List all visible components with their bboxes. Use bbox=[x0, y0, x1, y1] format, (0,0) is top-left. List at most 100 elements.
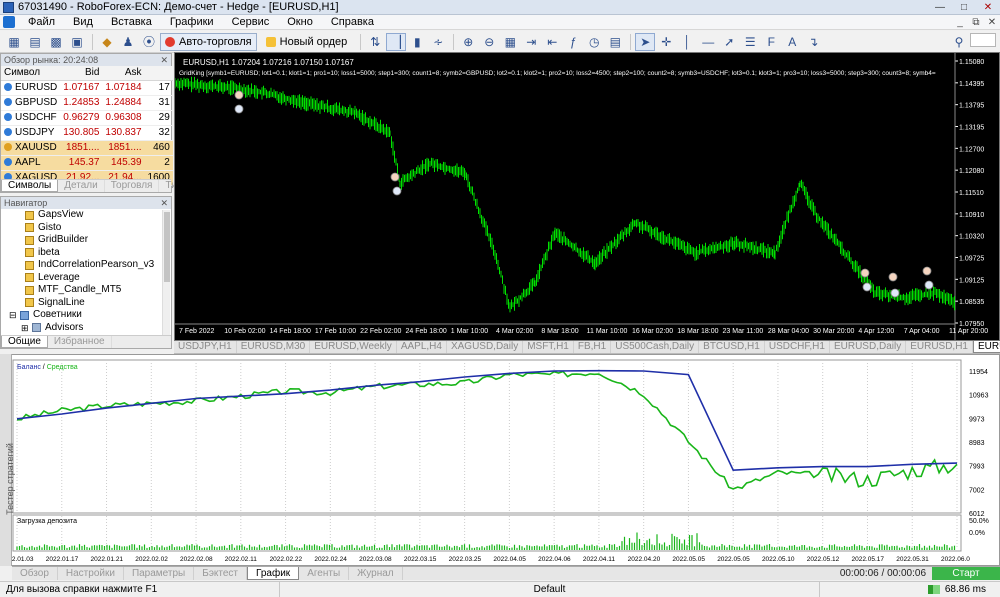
trade-marker-icon[interactable] bbox=[390, 172, 400, 182]
minimize-button[interactable]: — bbox=[928, 1, 952, 14]
nav-item[interactable]: IndCorrelationPearson_v3 bbox=[25, 259, 171, 272]
chart-tab[interactable]: XAGUSD,Daily bbox=[447, 341, 524, 353]
nav-folder-advisors[interactable]: ⊞ Advisors bbox=[1, 322, 171, 335]
nav-item[interactable]: GapsView bbox=[25, 209, 171, 222]
tab-inputs[interactable]: Параметры bbox=[124, 567, 195, 580]
candles-icon[interactable]: ▮ bbox=[407, 33, 427, 51]
close-icon[interactable]: ✕ bbox=[160, 54, 168, 66]
tab-overview[interactable]: Обзор bbox=[12, 567, 58, 580]
trendline-icon[interactable]: ➚ bbox=[719, 33, 739, 51]
nav-item[interactable]: ibeta bbox=[25, 247, 171, 260]
bar-chart-icon[interactable]: ▕ bbox=[386, 32, 407, 51]
search-icon[interactable]: ⚲ bbox=[949, 33, 969, 51]
signal-broadcast-icon[interactable]: ⦿ bbox=[139, 33, 159, 51]
menu-file[interactable]: Файл bbox=[19, 15, 64, 30]
chart-tab[interactable]: AAPL,H4 bbox=[397, 341, 447, 353]
maximize-button[interactable]: □ bbox=[952, 1, 976, 14]
menu-help[interactable]: Справка bbox=[322, 15, 383, 30]
trade-marker-icon[interactable] bbox=[888, 272, 898, 282]
scroll-icon[interactable]: ⇥ bbox=[521, 33, 541, 51]
navigator-scrollbar[interactable] bbox=[162, 210, 170, 335]
templates-icon[interactable]: ▤ bbox=[605, 33, 625, 51]
chart-tab[interactable]: BTCUSD,H1 bbox=[699, 341, 765, 353]
text-tool-icon[interactable]: A bbox=[782, 33, 802, 51]
menu-insert[interactable]: Вставка bbox=[102, 15, 161, 30]
chart-tab[interactable]: FB,H1 bbox=[574, 341, 612, 353]
nav-item[interactable]: Leverage bbox=[25, 272, 171, 285]
menu-charts[interactable]: Графики bbox=[161, 15, 223, 30]
market-watch-row[interactable]: GBPUSD 1.24853 1.24884 31 bbox=[1, 95, 173, 111]
navigator-icon[interactable]: ▣ bbox=[67, 33, 87, 51]
tab-journal[interactable]: Журнал bbox=[349, 567, 403, 580]
nav-item[interactable]: MTF_Candle_MT5 bbox=[25, 284, 171, 297]
expand-icon[interactable]: ⊞ bbox=[21, 322, 29, 335]
cursor-icon[interactable]: ➤ bbox=[635, 32, 656, 51]
market-watch-icon[interactable]: ▩ bbox=[46, 33, 66, 51]
tab-agents[interactable]: Агенты bbox=[299, 567, 350, 580]
search-input[interactable] bbox=[970, 32, 996, 47]
trade-marker-icon[interactable] bbox=[922, 266, 932, 276]
tester-vertical-tab[interactable]: Тестер стратегий bbox=[0, 354, 15, 566]
trade-marker-icon[interactable] bbox=[862, 282, 872, 292]
scroll-thumb[interactable] bbox=[164, 212, 170, 282]
price-chart[interactable]: EURUSD,H1 1.07204 1.07216 1.07150 1.0716… bbox=[174, 52, 1000, 341]
tab-trading[interactable]: Торговля bbox=[105, 180, 160, 192]
shapes-dropdown-icon[interactable]: ↴ bbox=[803, 33, 823, 51]
vertical-line-icon[interactable]: │ bbox=[677, 33, 697, 51]
close-icon[interactable]: ✕ bbox=[160, 197, 168, 209]
tab-details[interactable]: Детали bbox=[58, 180, 105, 192]
trade-marker-icon[interactable] bbox=[234, 90, 244, 100]
profiles-icon[interactable]: ▤ bbox=[25, 33, 45, 51]
market-watch-row[interactable]: EURUSD 1.07167 1.07184 17 bbox=[1, 80, 173, 96]
mdi-minimize-icon[interactable]: _ bbox=[952, 17, 968, 28]
chart-tab[interactable]: EURUSD,H1 bbox=[973, 341, 1000, 353]
new-order-button[interactable]: Новый ордер bbox=[260, 32, 353, 51]
tab-backtest[interactable]: Бэктест bbox=[194, 567, 248, 580]
col-symbol[interactable]: Символ bbox=[1, 66, 61, 81]
chart-tab[interactable]: USDJPY,H1 bbox=[174, 341, 237, 353]
tester-chart-svg[interactable]: Баланс / Средства 11954 10963 9973 8983 7993 7… bbox=[1, 355, 999, 565]
chart-tab[interactable]: EURUSD,Weekly bbox=[310, 341, 397, 353]
market-watch-row[interactable]: USDJPY 130.805 130.837 32 bbox=[1, 125, 173, 141]
algo-icon[interactable]: ⇅ bbox=[365, 33, 385, 51]
tab-common[interactable]: Общие bbox=[1, 336, 48, 348]
crosshair-icon[interactable]: ✛ bbox=[656, 33, 676, 51]
fibo-icon[interactable]: F bbox=[761, 33, 781, 51]
mdi-restore-icon[interactable]: ⧉ bbox=[968, 17, 984, 28]
chart-tab[interactable]: USDCHF,H1 bbox=[765, 341, 830, 353]
horizontal-line-icon[interactable]: — bbox=[698, 33, 718, 51]
tab-favorites[interactable]: Избранное bbox=[48, 336, 112, 348]
col-bid[interactable]: Bid bbox=[60, 66, 103, 81]
col-spread[interactable] bbox=[144, 66, 173, 81]
chart-tab[interactable]: EURUSD,M30 bbox=[237, 341, 311, 353]
auto-trading-button[interactable]: Авто-торговля bbox=[160, 32, 257, 51]
trade-marker-icon[interactable] bbox=[924, 280, 934, 290]
chart-tab[interactable]: EURUSD,H1 bbox=[906, 341, 973, 353]
start-button[interactable]: Старт bbox=[932, 567, 1000, 580]
col-ask[interactable]: Ask bbox=[102, 66, 145, 81]
market-icon[interactable]: ◆ bbox=[97, 33, 117, 51]
new-chart-icon[interactable]: ▦ bbox=[4, 33, 24, 51]
line-chart-icon[interactable]: ∻ bbox=[428, 33, 448, 51]
channel-icon[interactable]: ☰ bbox=[740, 33, 760, 51]
zoom-out-icon[interactable]: ⊖ bbox=[479, 33, 499, 51]
market-watch-row[interactable]: USDCHF 0.96279 0.96308 29 bbox=[1, 110, 173, 126]
market-watch-row[interactable]: XAUUSD 1851.... 1851.... 460 bbox=[1, 140, 173, 156]
price-chart-svg[interactable]: EURUSD,H1 1.07204 1.07216 1.07150 1.0716… bbox=[174, 53, 999, 340]
indicators-icon[interactable]: ƒ bbox=[563, 33, 583, 51]
periods-icon[interactable]: ◷ bbox=[584, 33, 604, 51]
tile-windows-icon[interactable]: ▦ bbox=[500, 33, 520, 51]
market-watch-row[interactable]: AAPL 145.37 145.39 2 bbox=[1, 155, 173, 171]
chart-tab[interactable]: US500Cash,Daily bbox=[611, 341, 700, 353]
collapse-icon[interactable]: ⊟ bbox=[9, 309, 17, 322]
nav-item[interactable]: Gisto bbox=[25, 222, 171, 235]
nav-item[interactable]: SignalLine bbox=[25, 297, 171, 310]
chart-tab[interactable]: MSFT,H1 bbox=[523, 341, 574, 353]
menu-view[interactable]: Вид bbox=[64, 15, 102, 30]
close-button[interactable]: ✕ bbox=[976, 1, 1000, 14]
tab-graph[interactable]: График bbox=[247, 567, 300, 580]
trade-marker-icon[interactable] bbox=[860, 268, 870, 278]
tab-symbols[interactable]: Символы bbox=[1, 180, 59, 192]
trade-marker-icon[interactable] bbox=[890, 288, 900, 298]
tab-settings[interactable]: Настройки bbox=[58, 567, 124, 580]
